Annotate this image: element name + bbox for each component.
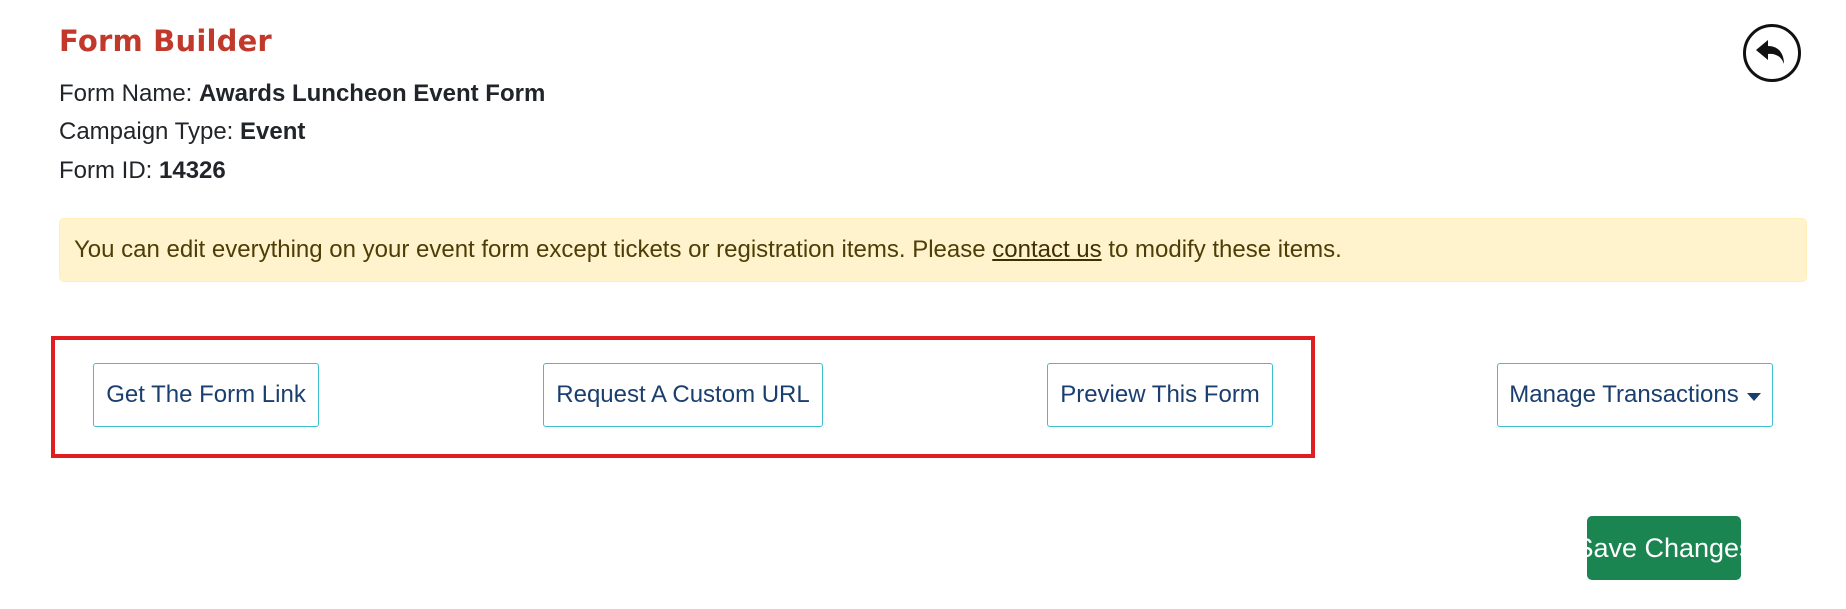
contact-us-link[interactable]: contact us	[992, 236, 1101, 264]
form-id-line: Form ID: 14326	[59, 156, 226, 186]
get-form-link-button[interactable]: Get The Form Link	[93, 363, 319, 427]
manage-transactions-dropdown[interactable]: Manage Transactions	[1497, 363, 1773, 427]
page-title: Form Builder	[59, 24, 272, 58]
form-name-label: Form Name:	[59, 80, 193, 107]
form-id-value: 14326	[159, 157, 226, 184]
campaign-type-label: Campaign Type:	[59, 118, 234, 145]
request-custom-url-button[interactable]: Request A Custom URL	[543, 363, 823, 427]
alert-text-before: You can edit everything on your event fo…	[74, 236, 993, 263]
save-changes-button[interactable]: Save Changes	[1575, 516, 1753, 580]
campaign-type-line: Campaign Type: Event	[59, 117, 305, 147]
form-name-line: Form Name: Awards Luncheon Event Form	[59, 79, 545, 109]
preview-form-button[interactable]: Preview This Form	[1047, 363, 1273, 427]
form-id-label: Form ID:	[59, 157, 153, 184]
campaign-type-value: Event	[240, 118, 306, 145]
alert-text-after: to modify these items.	[1101, 236, 1342, 263]
info-alert: You can edit everything on your event fo…	[59, 218, 1807, 282]
back-button[interactable]	[1743, 24, 1801, 82]
undo-arrow-icon	[1756, 40, 1784, 64]
form-name-value: Awards Luncheon Event Form	[199, 80, 546, 107]
caret-down-icon	[1746, 392, 1761, 401]
manage-transactions-label: Manage Transactions	[1509, 381, 1739, 408]
